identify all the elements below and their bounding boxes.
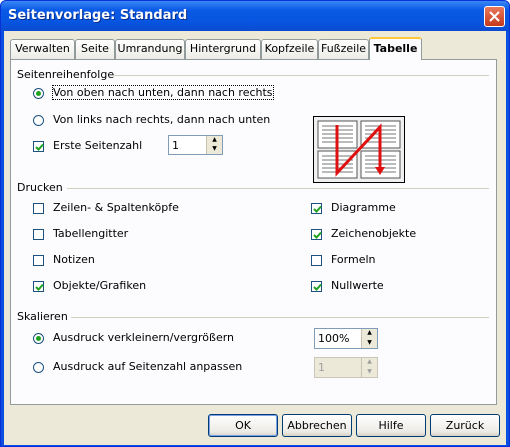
checkbox-formulas[interactable] [311, 255, 322, 266]
checkbox-label-grid[interactable]: Tabellengitter [53, 227, 128, 240]
divider [71, 317, 489, 318]
stepper-up-icon[interactable]: ▲ [362, 329, 377, 339]
tab-umrandung[interactable]: Umrandung [115, 39, 185, 59]
tab-seite[interactable]: Seite [75, 39, 115, 59]
check-icon [35, 143, 44, 151]
cancel-button[interactable]: Abbrechen [282, 414, 352, 437]
stepper-buttons: ▲ ▼ [361, 358, 377, 377]
tab-panel: Seitenreihenfolge Von oben nach unten, d… [10, 59, 497, 405]
tab-tabelle[interactable]: Tabelle [369, 37, 422, 60]
window-title: Seitenvorlage: Standard [8, 8, 188, 23]
back-button[interactable]: Zurück [430, 414, 500, 437]
scale-percent-stepper[interactable]: 100% ▲ ▼ [314, 328, 378, 349]
radio-label-scale-fit-pages[interactable]: Ausdruck auf Seitenzahl anpassen [53, 360, 242, 373]
stepper-up-icon[interactable]: ▲ [207, 136, 222, 145]
first-page-value: 1 [172, 139, 179, 152]
radio-order-top-bottom[interactable] [33, 88, 44, 99]
check-icon [35, 283, 44, 291]
stepper-up-icon: ▲ [367, 358, 372, 365]
check-icon [313, 205, 322, 213]
first-page-stepper[interactable]: 1 ▲ ▼ [168, 135, 223, 155]
radio-order-left-right[interactable] [33, 115, 44, 126]
close-icon [489, 11, 500, 22]
checkbox-objects-graphics[interactable] [33, 281, 44, 292]
tab-fusszeile[interactable]: Fußzeile [318, 39, 369, 59]
ok-button[interactable]: OK [208, 414, 278, 437]
check-icon [313, 283, 322, 291]
checkbox-grid[interactable] [33, 229, 44, 240]
help-button[interactable]: Hilfe [356, 414, 426, 437]
tab-verwalten[interactable]: Verwalten [10, 39, 75, 59]
checkbox-label-drawing-objects[interactable]: Zeichenobjekte [331, 227, 416, 240]
checkbox-label-charts[interactable]: Diagramme [331, 201, 396, 214]
stepper-down-icon: ▼ [367, 367, 372, 375]
checkbox-row-col-headers[interactable] [33, 203, 44, 214]
stepper-down-icon[interactable]: ▼ [362, 339, 377, 349]
stepper-buttons: ▲ ▼ [206, 136, 222, 154]
checkbox-label-zero-values[interactable]: Nullwerte [331, 279, 384, 292]
checkbox-label-objects-graphics[interactable]: Objekte/Grafiken [53, 279, 146, 292]
fit-pages-value: 1 [318, 361, 325, 374]
checkbox-first-page[interactable] [33, 141, 44, 152]
dialog-client: Verwalten Seite Umrandung Hintergrund Ko… [4, 31, 506, 445]
checkbox-label-formulas[interactable]: Formeln [331, 253, 376, 266]
page-order-preview-icon [317, 120, 401, 179]
close-button[interactable] [484, 6, 505, 27]
checkbox-notes[interactable] [33, 255, 44, 266]
checkbox-zero-values[interactable] [311, 281, 322, 292]
title-bar[interactable]: Seitenvorlage: Standard [1, 1, 509, 31]
page-order-preview [313, 116, 405, 183]
section-heading-scale: Skalieren [17, 310, 68, 323]
dialog-window: Seitenvorlage: Standard Verwalten Seite … [0, 0, 510, 447]
divider [67, 188, 489, 189]
checkbox-label-row-col-headers[interactable]: Zeilen- & Spaltenköpfe [53, 201, 179, 214]
section-heading-order: Seitenreihenfolge [17, 68, 115, 81]
checkbox-label-notes[interactable]: Notizen [53, 253, 95, 266]
radio-label-scale-reduce-enlarge[interactable]: Ausdruck verkleinern/vergrößern [53, 331, 234, 344]
stepper-buttons: ▲ ▼ [361, 329, 377, 348]
radio-label-order-left-right[interactable]: Von links nach rechts, dann nach unten [53, 113, 270, 126]
radio-scale-fit-pages[interactable] [33, 362, 44, 373]
scale-percent-value: 100% [318, 332, 350, 345]
radio-scale-reduce-enlarge[interactable] [33, 333, 44, 344]
radio-label-order-top-bottom[interactable]: Von oben nach unten, dann nach rechts [52, 85, 274, 100]
fit-pages-stepper: 1 ▲ ▼ [314, 357, 378, 378]
check-icon [313, 231, 322, 239]
stepper-down-icon[interactable]: ▼ [207, 145, 222, 154]
section-heading-print: Drucken [17, 181, 63, 194]
checkbox-charts[interactable] [311, 203, 322, 214]
checkbox-drawing-objects[interactable] [311, 229, 322, 240]
tab-kopfzeile[interactable]: Kopfzeile [261, 39, 318, 59]
checkbox-label-first-page[interactable]: Erste Seitenzahl [53, 139, 142, 152]
tab-hintergrund[interactable]: Hintergrund [185, 39, 261, 59]
radio-dot-icon [36, 91, 41, 96]
radio-dot-icon [36, 336, 41, 341]
divider [113, 75, 489, 76]
